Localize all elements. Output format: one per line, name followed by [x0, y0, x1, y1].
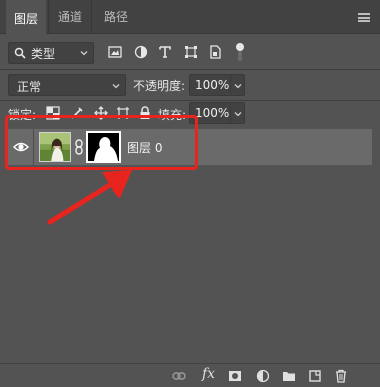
lock-position-icon[interactable] [94, 106, 108, 120]
layers-bottom-toolbar: fx [0, 363, 380, 387]
visibility-toggle[interactable] [8, 129, 34, 165]
opacity-value: 100% [195, 78, 230, 92]
lock-image-pixels-icon[interactable] [70, 106, 84, 120]
type-filter-icon[interactable] [158, 45, 172, 59]
adjustment-layer-icon[interactable] [256, 369, 270, 383]
chain-link-icon[interactable] [74, 139, 84, 155]
shape-filter-icon[interactable] [184, 45, 198, 59]
lock-label: 锁定: [8, 108, 37, 122]
adjustment-filter-icon[interactable] [134, 45, 148, 59]
fx-icon[interactable]: fx [202, 366, 215, 382]
filter-type-label: 类型 [31, 47, 56, 61]
fill-label: 填充: [158, 108, 187, 122]
tab-channels[interactable]: 通道 [48, 0, 92, 34]
photo-thumbnail-image [40, 133, 70, 161]
opacity-input[interactable]: 100% [189, 74, 231, 96]
fill-input[interactable]: 100% [189, 102, 231, 124]
layer-row-0[interactable]: 图层 0 [8, 129, 372, 165]
smart-object-filter-icon[interactable] [208, 45, 222, 59]
link-layers-icon[interactable] [172, 369, 186, 383]
search-icon [14, 47, 26, 59]
add-mask-icon[interactable] [228, 369, 242, 383]
eye-icon [13, 142, 29, 152]
lock-row: 锁定: 填充: 100% [0, 102, 380, 126]
trash-icon[interactable] [334, 369, 348, 383]
fill-dropdown[interactable] [231, 102, 245, 124]
layer-thumbnail[interactable] [39, 132, 71, 162]
lock-transparent-pixels-icon[interactable] [46, 106, 60, 120]
lock-all-icon[interactable] [138, 106, 152, 120]
layer-name[interactable]: 图层 0 [127, 139, 162, 156]
mask-silhouette-image [88, 133, 119, 161]
blend-row: 正常 不透明度: 100% [0, 73, 380, 99]
fill-value: 100% [195, 106, 230, 120]
new-layer-icon[interactable] [308, 369, 322, 383]
chevron-down-icon [80, 51, 88, 56]
filter-row: 类型 [0, 40, 380, 68]
chevron-down-icon [234, 84, 242, 89]
layer-mask-thumbnail[interactable] [86, 131, 121, 163]
image-filter-icon[interactable] [108, 45, 122, 59]
opacity-label: 不透明度: [133, 79, 186, 93]
divider [0, 69, 380, 70]
chevron-down-icon [234, 112, 242, 117]
filter-toggle-icon[interactable] [236, 43, 244, 61]
layers-panel: 图层 通道 路径 类型 正常 不透明度: 100% 锁定: 填充: 100% 图… [0, 0, 380, 387]
red-arrow-annotation [47, 170, 132, 225]
lock-artboard-icon[interactable] [116, 106, 130, 120]
filter-type-select[interactable]: 类型 [8, 42, 94, 64]
panel-tab-bar: 图层 通道 路径 [0, 0, 380, 34]
opacity-dropdown[interactable] [231, 74, 245, 96]
tab-paths[interactable]: 路径 [94, 0, 138, 34]
chevron-down-icon [112, 84, 120, 89]
panel-menu-icon[interactable] [358, 13, 370, 22]
new-group-icon[interactable] [282, 369, 296, 383]
blend-mode-select[interactable]: 正常 [8, 74, 126, 96]
divider [0, 100, 380, 101]
tab-layers[interactable]: 图层 [6, 0, 46, 34]
blend-mode-value: 正常 [17, 80, 42, 94]
